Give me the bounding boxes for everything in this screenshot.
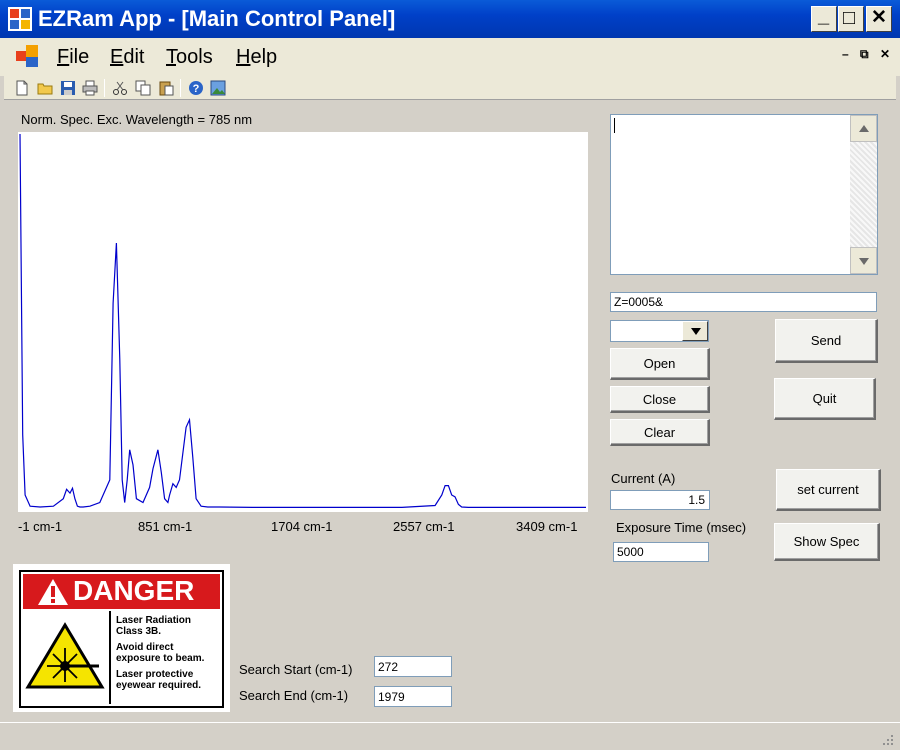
search-start-label: Search Start (cm-1) [239,662,353,677]
laser-danger-sign: DANGER Laser Radiation Class 3B. Avoid d… [13,564,230,712]
copy-icon[interactable] [135,80,151,96]
mdi-restore-button[interactable]: ⧉ [860,47,869,62]
menu-tools[interactable]: Tools [166,44,213,70]
cut-icon[interactable] [112,80,128,96]
mdi-close-button[interactable]: ✕ [880,47,890,61]
danger-text-line: Laser protective [116,669,194,680]
x-tick-label: 1704 cm-1 [271,519,333,534]
danger-text-line: Class 3B. [116,626,162,637]
warning-triangle-icon [38,579,68,605]
search-start-input[interactable] [374,656,452,677]
app-icon [8,7,32,31]
clear-button[interactable]: Clear [610,419,710,446]
command-input[interactable] [610,292,877,312]
arrow-down-icon [859,258,869,265]
danger-text-line: eyewear required. [116,680,202,691]
quit-button[interactable]: Quit [774,378,876,420]
scroll-down-button[interactable] [850,247,877,274]
x-tick-label: 851 cm-1 [138,519,193,534]
minimize-icon: _ [818,5,830,27]
chart-title: Norm. Spec. Exc. Wavelength = 785 nm [21,112,253,127]
current-input[interactable] [610,490,710,510]
mdi-child-icon [16,45,38,67]
danger-title: DANGER [73,575,195,606]
menu-help-label: elp [250,46,278,68]
menu-edit-mnemonic: E [110,46,124,68]
x-tick-label: 2557 cm-1 [393,519,455,534]
close-icon: ✕ [871,7,887,28]
minimize-button[interactable]: _ [811,5,837,32]
danger-text-line: Avoid direct [116,642,174,653]
exposure-input[interactable] [613,542,709,562]
menu-help[interactable]: Help [236,44,277,70]
paste-icon[interactable] [158,80,174,96]
menu-help-mnemonic: H [236,46,251,68]
resize-grip-icon[interactable] [880,732,894,746]
open-button[interactable]: Open [610,348,710,380]
danger-text-line: Laser Radiation [116,615,192,626]
send-button[interactable]: Send [775,319,878,363]
image-icon[interactable] [210,80,226,96]
menu-tools-mnemonic: T [166,46,176,68]
status-bar [0,722,900,750]
chevron-down-icon [691,328,701,335]
x-tick-label: 3409 cm-1 [516,519,578,534]
search-end-label: Search End (cm-1) [239,688,349,703]
menu-file-label: ile [69,46,90,68]
close-window-button[interactable]: ✕ [866,6,892,32]
port-select-dropdown-button[interactable] [682,321,708,341]
window-title: EZRam App - [Main Control Panel] [38,6,396,31]
text-caret [614,118,615,133]
danger-divider [109,611,111,704]
exposure-label: Exposure Time (msec) [616,520,747,535]
spectrum-series-line [19,133,586,508]
maximize-button[interactable]: □ [838,6,864,32]
current-label: Current (A) [611,471,676,486]
spectrum-chart [18,132,588,512]
x-tick-label: -1 cm-1 [18,519,63,534]
set-current-button[interactable]: set current [776,469,881,511]
output-textbox[interactable] [610,114,878,275]
menu-edit[interactable]: Edit [110,44,144,70]
menu-file[interactable]: File [57,44,89,70]
toolbar-separator [104,79,105,97]
show-spec-button[interactable]: Show Spec [774,523,880,561]
new-file-icon[interactable] [14,80,30,96]
save-icon[interactable] [60,80,76,96]
mdi-minimize-button[interactable]: – [842,47,849,61]
maximize-icon: □ [843,7,856,29]
search-end-input[interactable] [374,686,452,707]
output-scrollbar[interactable] [850,115,877,274]
danger-text-line: exposure to beam. [116,653,205,664]
menu-edit-label: dit [123,46,145,68]
toolbar-separator [180,79,181,97]
close-button[interactable]: Close [610,386,710,413]
laser-hazard-icon [25,622,105,689]
help-icon[interactable]: ? [188,80,204,96]
arrow-up-icon [859,125,869,132]
open-folder-icon[interactable] [37,80,53,96]
svg-text:?: ? [193,83,200,95]
print-icon[interactable] [82,80,98,96]
menu-file-mnemonic: F [57,46,70,68]
scroll-up-button[interactable] [850,115,877,142]
menu-tools-label: ools [176,46,213,68]
scroll-track[interactable] [850,142,877,247]
